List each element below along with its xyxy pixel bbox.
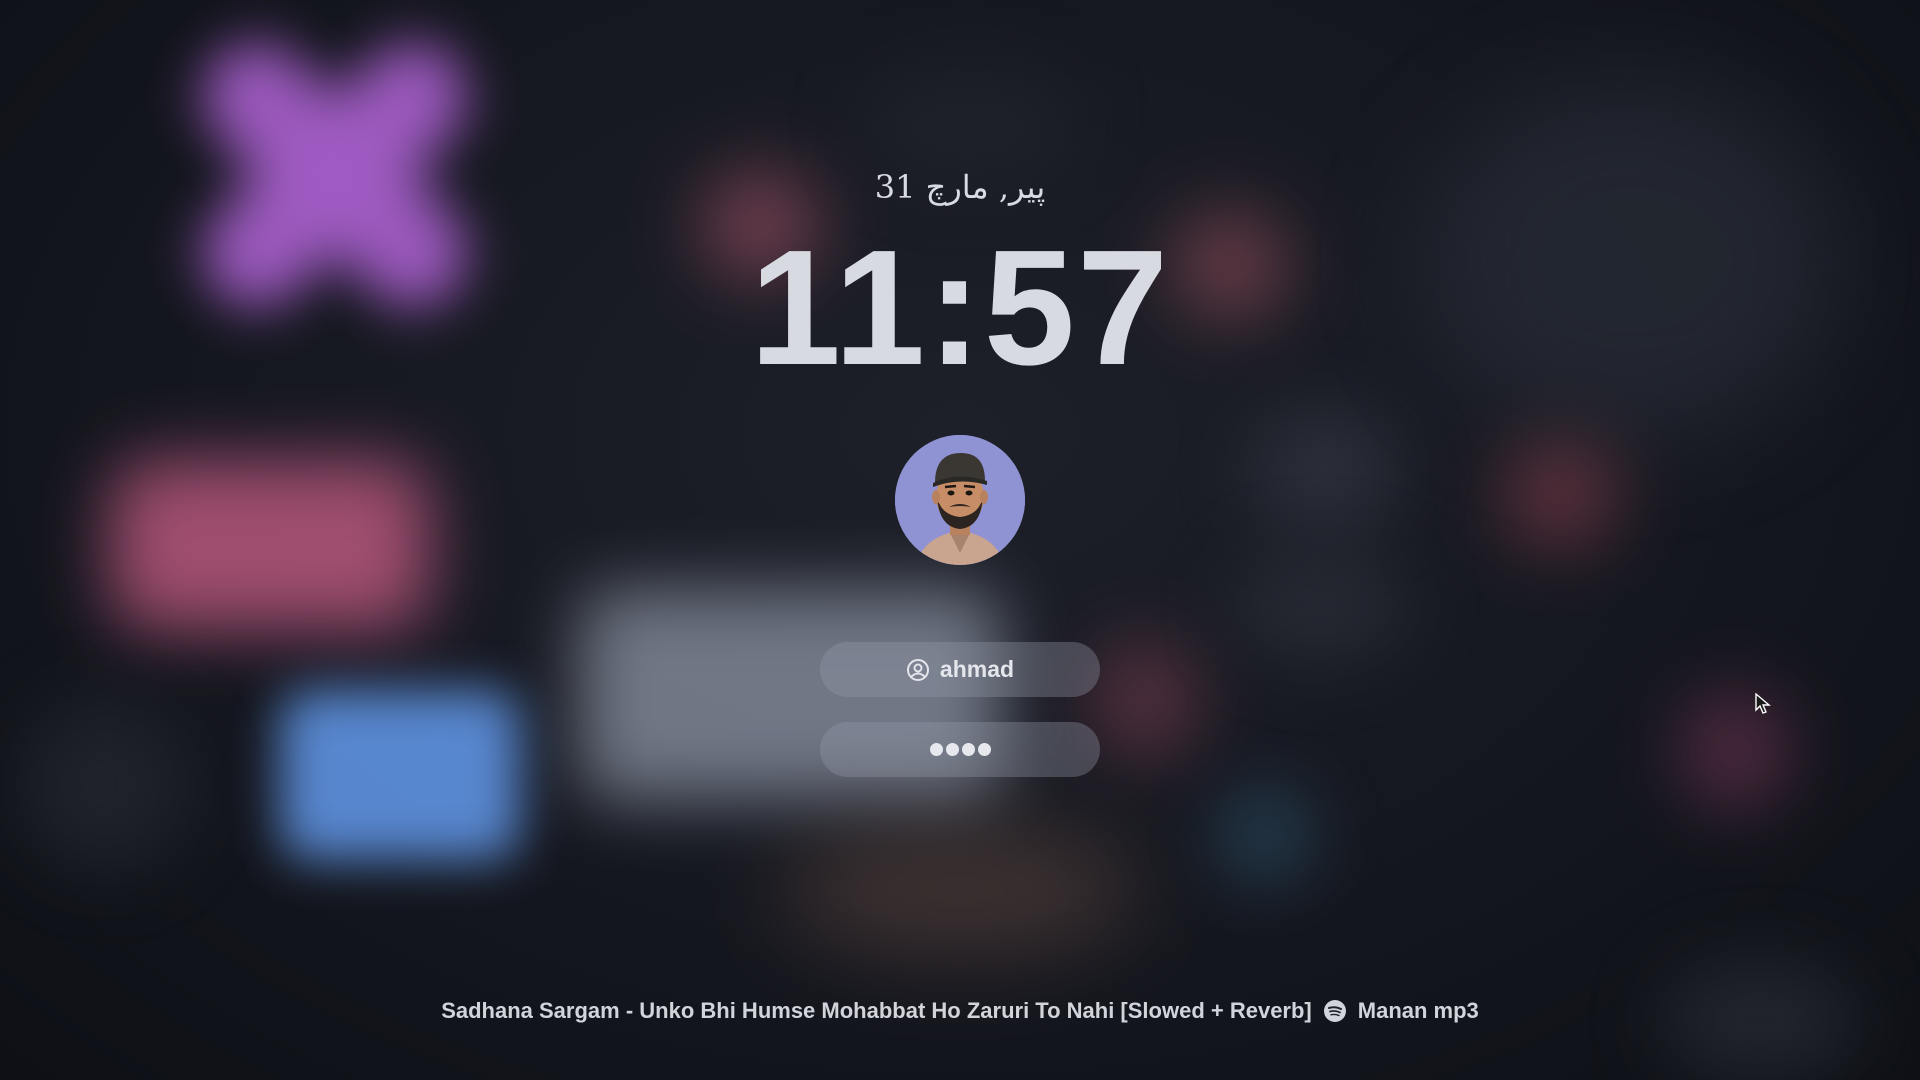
wallpaper-blur	[20, 700, 190, 870]
lock-date: پیر, مارچ 31	[874, 168, 1046, 206]
now-playing: Sadhana Sargam - Unko Bhi Humse Mohabbat…	[0, 998, 1920, 1024]
password-dot	[945, 743, 959, 756]
wallpaper-blur	[860, 70, 1080, 180]
password-dot	[961, 743, 975, 756]
spotify-icon	[1323, 1000, 1346, 1022]
lock-clock: 11:57	[749, 216, 1171, 399]
lock-screen: پیر, مارچ 31 11:57 ahmad Sadhana Sargam …	[0, 0, 1920, 1080]
password-dot	[929, 743, 943, 756]
user-circle-icon	[906, 658, 930, 682]
user-avatar[interactable]	[895, 435, 1025, 565]
password-mask	[929, 743, 991, 756]
wallpaper-blur	[1500, 440, 1620, 550]
wallpaper-blur	[1230, 550, 1410, 660]
mouse-cursor-icon	[1754, 692, 1772, 715]
wallpaper-blur	[780, 820, 1140, 960]
username-label: ahmad	[939, 656, 1015, 682]
password-field[interactable]	[820, 722, 1100, 777]
username-field[interactable]: ahmad	[820, 642, 1100, 697]
artist-name: Manan mp3	[1357, 998, 1479, 1023]
track-title: Sadhana Sargam - Unko Bhi Humse Mohabbat…	[441, 998, 1312, 1023]
wallpaper-blur	[1680, 690, 1790, 810]
avatar-portrait-icon	[895, 435, 1025, 565]
wallpaper-blur	[1210, 780, 1320, 890]
wallpaper-blur	[110, 460, 430, 630]
password-dot	[977, 743, 991, 756]
wallpaper-blur	[1250, 410, 1400, 530]
wallpaper-blur	[280, 690, 520, 860]
wallpaper-blur	[1090, 640, 1200, 760]
